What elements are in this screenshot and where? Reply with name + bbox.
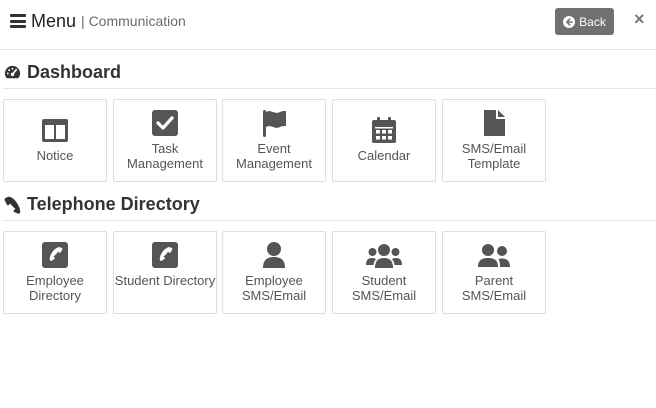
tile-label: Event Management [236,141,312,171]
dashboard-section-header: Dashboard [3,56,656,89]
tile-calendar[interactable]: Calendar [332,99,436,182]
directory-title: Telephone Directory [27,194,200,214]
tile-label: Employee SMS/Email [241,273,307,303]
close-icon[interactable]: × [634,9,645,29]
phone-square-icon [152,242,178,268]
menu-label: Menu [31,11,77,31]
columns-icon [42,119,68,142]
hamburger-icon [10,14,26,28]
tachometer-icon [4,65,21,78]
tile-employee-directory[interactable]: Employee Directory [3,231,107,314]
phone-square-icon [42,242,68,268]
user-friends-icon [478,244,510,267]
tile-label: SMS/Email Template [461,141,527,171]
back-label: Back [579,14,606,29]
tile-label: Employee Directory [26,273,84,303]
file-icon [484,110,505,136]
breadcrumb: | Communication [81,13,186,29]
arrow-circle-left-icon [563,15,576,28]
tile-notice[interactable]: Notice [3,99,107,182]
tile-label: Calendar [357,148,411,163]
back-button[interactable]: Back [555,8,614,35]
tile-student-directory[interactable]: Student Directory [113,231,217,314]
tile-parent-sms-email[interactable]: Parent SMS/Email [442,231,546,314]
tile-sms-email-template[interactable]: SMS/Email Template [442,99,546,182]
directory-section-header: Telephone Directory [3,189,656,221]
check-square-icon [152,110,178,136]
flag-icon [263,110,286,137]
users-icon [366,244,402,268]
user-icon [263,242,285,268]
calendar-icon [372,117,396,143]
tile-event-management[interactable]: Event Management [222,99,326,182]
tile-label: Notice [36,148,74,163]
tile-label: Student SMS/Email [351,273,417,303]
tile-label: Parent SMS/Email [461,273,527,303]
tile-task-management[interactable]: Task Management [113,99,217,182]
tile-employee-sms-email[interactable]: Employee SMS/Email [222,231,326,314]
tile-label: Task Management [127,141,203,171]
phone-icon [4,196,21,214]
menu-button[interactable]: Menu | Communication [10,10,186,32]
tile-label: Student Directory [114,273,216,288]
tile-student-sms-email[interactable]: Student SMS/Email [332,231,436,314]
dashboard-title: Dashboard [27,61,122,82]
top-bar: Menu | Communication Back × [0,0,656,50]
